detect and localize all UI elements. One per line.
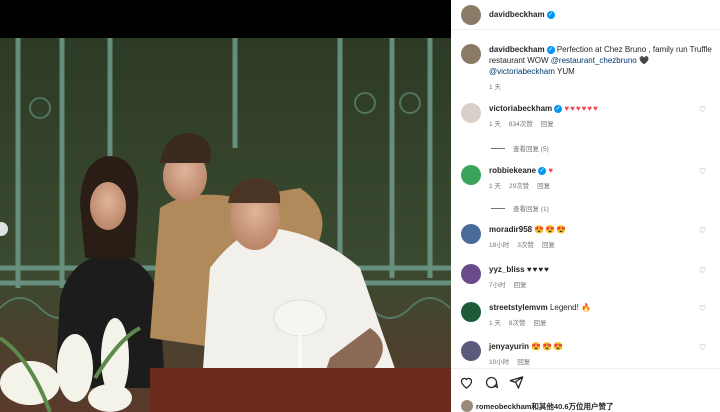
mention-restaurant[interactable]: @restaurant_chezbruno [551,56,637,65]
comment-row: robbiekeane ✓ ♥ 1 天 29次赞 回复 ♡ [461,165,716,190]
verified-icon: ✓ [546,45,555,54]
like-comment-icon[interactable]: ♡ [699,105,706,114]
caption-text: davidbeckham ✓ Perfection at Chez Bruno ,… [489,44,714,77]
comment-text: Legend! 🔥 [549,303,592,312]
view-replies-button[interactable]: 查看回复 (1) [491,203,549,213]
verified-icon: ✓ [546,10,555,19]
comment-row: yyz_bliss ♥♥♥♥ 7小时 回复 ♡ [461,264,716,289]
comment-text: ♥ [548,166,555,175]
comment-time: 1 天 [489,121,501,128]
comment-row: jenyayurin 😍😍😍 10小时 回复 ♡ [461,341,716,366]
black-heart-icon: 🖤 [638,56,649,65]
caption-avatar[interactable] [461,44,481,64]
author-avatar[interactable] [461,4,481,25]
view-replies-button[interactable]: 查看回复 (5) [491,143,549,153]
commenter-username[interactable]: moradir958 [489,225,532,234]
reply-button[interactable]: 回复 [534,320,547,327]
caption-end: YUM [557,67,575,76]
mention-victoria[interactable]: @victoriabeckham [489,67,555,76]
photo-top-bar [0,0,451,38]
commenter-avatar[interactable] [461,302,481,322]
commenter-username[interactable]: victoriabeckham [489,104,552,113]
verified-icon: ✓ [554,104,563,113]
reply-button[interactable]: 回复 [537,183,550,190]
like-comment-icon[interactable]: ♡ [699,266,706,275]
comment-likes[interactable]: 29次赞 [509,183,529,190]
reply-button[interactable]: 回复 [514,282,527,289]
comment-text: 😍😍😍 [531,342,565,351]
comment-row: streetstylemvm Legend! 🔥 1 天 8次赞 回复 ♡ [461,302,716,327]
commenter-avatar[interactable] [461,103,481,123]
commenter-username[interactable]: jenyayurin [489,342,529,351]
likes-summary: romeobeckham和其他40.6万位用户赞了 [461,400,614,412]
post-header: davidbeckham ✓ [451,0,720,30]
view-replies-label: 查看回复 (5) [513,146,549,153]
comment-row: moradir958 😍😍😍 18小时 3次赞 回复 ♡ [461,224,716,249]
comment-text: 😍😍😍 [534,225,568,234]
comment-likes[interactable]: 8次赞 [509,320,526,327]
reply-button[interactable]: 回复 [542,242,555,249]
comment-time: 1 天 [489,320,501,327]
comment-time: 1 天 [489,183,501,190]
caption-time: 1 天 [489,84,501,91]
comment-text: ♥♥♥♥ [526,265,550,274]
post-photo-pane [0,0,451,412]
replies-divider [491,147,505,149]
like-comment-icon[interactable]: ♡ [699,226,706,235]
reply-button[interactable]: 回复 [541,121,554,128]
post-photo[interactable] [0,38,451,412]
caption-author[interactable]: davidbeckham [489,45,545,54]
commenter-username[interactable]: streetstylemvm [489,303,548,312]
like-comment-icon[interactable]: ♡ [699,343,706,352]
commenter-avatar[interactable] [461,341,481,361]
caption-row: davidbeckham ✓ Perfection at Chez Bruno ,… [461,44,716,91]
post-side-panel: davidbeckham ✓ davidbeckham ✓ Perfection … [451,0,720,412]
author-username[interactable]: davidbeckham [489,10,545,19]
verified-icon: ✓ [538,166,547,175]
comment-time: 18小时 [489,242,510,249]
like-comment-icon[interactable]: ♡ [699,167,706,176]
comment-row: victoriabeckham ✓ ♥♥♥♥♥♥ 1 天 834次赞 回复 ♡ [461,103,716,128]
likes-text[interactable]: romeobeckham和其他40.6万位用户赞了 [476,401,614,412]
commenter-avatar[interactable] [461,224,481,244]
comment-time: 7小时 [489,282,506,289]
comment-time: 10小时 [489,359,510,366]
commenter-username[interactable]: robbiekeane [489,166,536,175]
share-icon[interactable] [509,375,524,390]
reply-button[interactable]: 回复 [517,359,530,366]
commenter-username[interactable]: yyz_bliss [489,265,525,274]
view-replies-label: 查看回复 (1) [513,206,549,213]
comment-likes[interactable]: 3次赞 [517,242,534,249]
commenter-avatar[interactable] [461,264,481,284]
actions-divider [451,368,720,369]
commenter-avatar[interactable] [461,165,481,185]
comment-icon[interactable] [484,375,499,390]
comment-text: ♥♥♥♥♥♥ [564,104,599,113]
comment-likes[interactable]: 834次赞 [509,121,533,128]
like-comment-icon[interactable]: ♡ [699,304,706,313]
replies-divider [491,207,505,209]
post-actions [459,375,524,390]
heart-icon[interactable] [459,375,474,390]
liker-avatar[interactable] [461,400,473,412]
